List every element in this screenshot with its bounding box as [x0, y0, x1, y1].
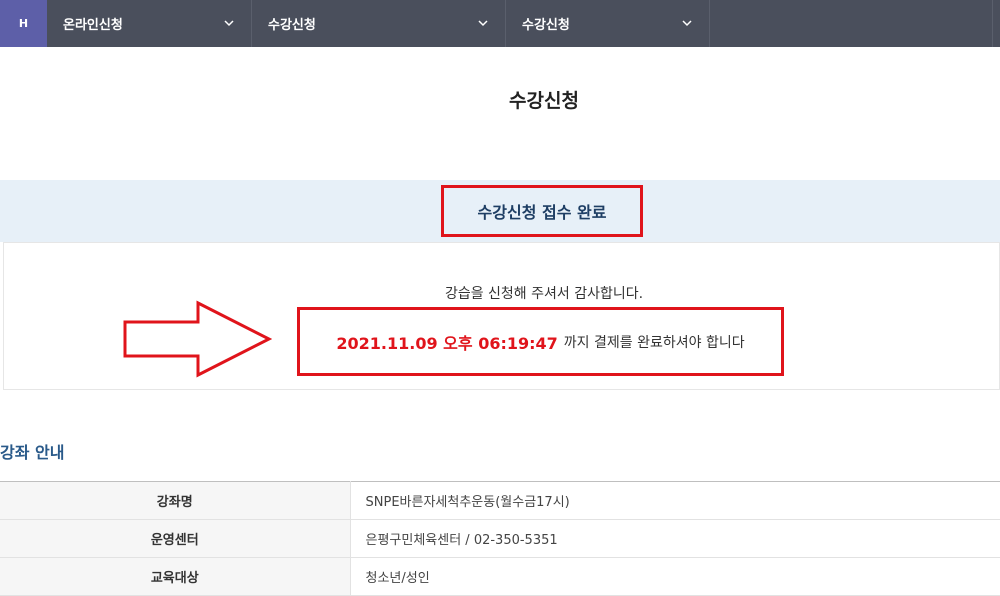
- banner-title-highlight: 수강신청 접수 완료: [441, 185, 643, 237]
- nav-dropdown-course-apply-sub[interactable]: 수강신청: [506, 0, 710, 47]
- nav-dropdown-label: 수강신청: [522, 18, 570, 33]
- top-navigation: H 온라인신청 수강신청 수강신청: [0, 0, 1000, 47]
- chevron-down-icon: [478, 20, 488, 27]
- course-info-heading: 강좌 안내: [0, 443, 65, 462]
- target-label: 교육대상: [0, 557, 351, 596]
- chevron-down-icon: [224, 20, 234, 27]
- deadline-suffix: 까지 결제를 완료하셔야 합니다: [563, 334, 745, 351]
- nav-dropdown-course-apply[interactable]: 수강신청: [252, 0, 506, 47]
- nav-dropdown-online-apply[interactable]: 온라인신청: [47, 0, 252, 47]
- home-label: H: [18, 17, 29, 30]
- course-name-value: SNPE바른자세척추운동(월수금17시): [350, 481, 1000, 520]
- deadline-time: 2021.11.09 오후 06:19:47: [336, 333, 558, 353]
- center-value: 은평구민체육센터 / 02-350-5351: [350, 519, 1000, 558]
- course-info-table: 강좌명 SNPE바른자세척추운동(월수금17시) 운영센터 은평구민체육센터 /…: [0, 481, 1000, 596]
- table-row: 강좌명 SNPE바른자세척추운동(월수금17시): [0, 481, 1000, 520]
- table-row: 운영센터 은평구민체육센터 / 02-350-5351: [0, 519, 1000, 558]
- home-button[interactable]: H: [0, 0, 47, 47]
- center-label: 운영센터: [0, 519, 351, 558]
- nav-dropdown-label: 온라인신청: [63, 18, 123, 33]
- deadline-highlight: 2021.11.09 오후 06:19:47 까지 결제를 완료하셔야 합니다: [297, 307, 784, 376]
- page-title: 수강신청: [509, 90, 579, 112]
- target-value: 청소년/성인: [350, 557, 1000, 596]
- nav-divider: [992, 0, 1000, 47]
- nav-dropdown-label: 수강신청: [268, 18, 316, 33]
- banner-title: 수강신청 접수 완료: [477, 203, 607, 222]
- course-name-label: 강좌명: [0, 481, 351, 520]
- chevron-down-icon: [682, 20, 692, 27]
- table-row: 교육대상 청소년/성인: [0, 557, 1000, 596]
- right-arrow-icon: [123, 300, 272, 378]
